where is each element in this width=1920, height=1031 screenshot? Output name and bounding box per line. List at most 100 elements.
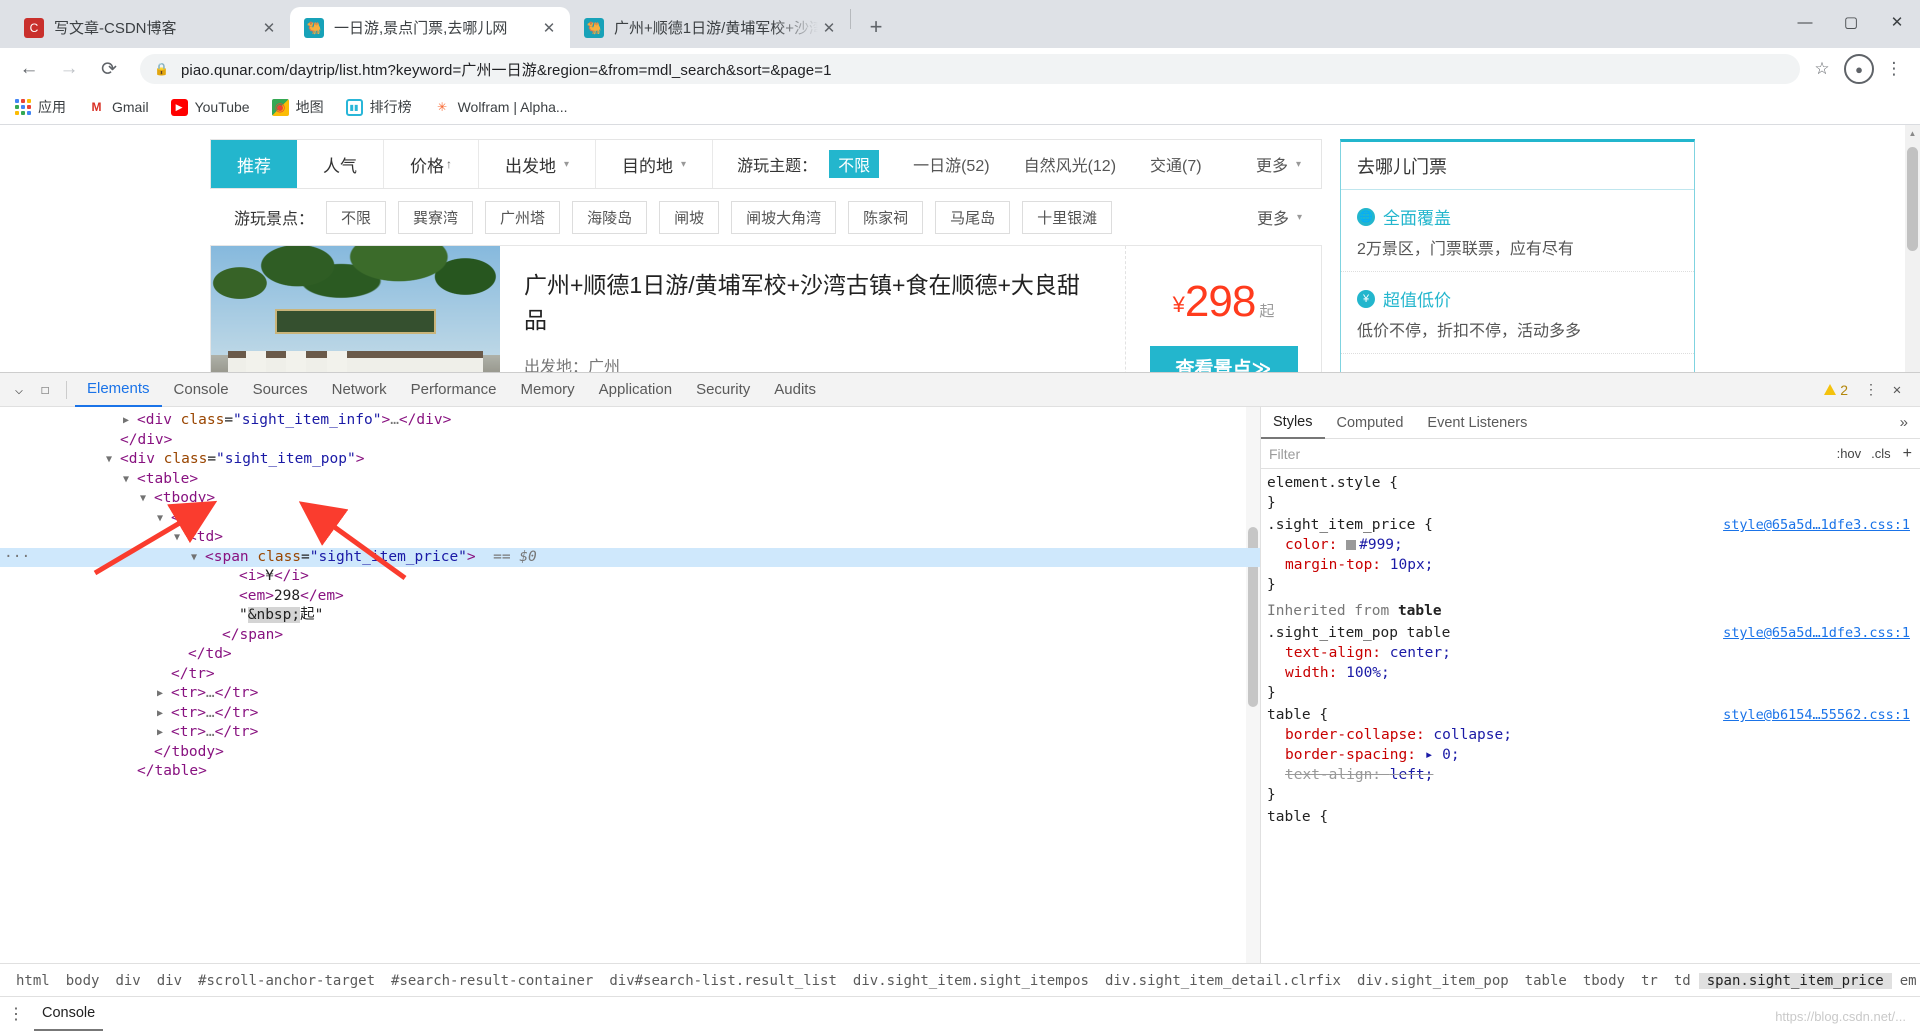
tab-performance[interactable]: Performance (399, 373, 509, 407)
tab-security[interactable]: Security (684, 373, 762, 407)
promo-item-title[interactable]: 超值低价 (1383, 286, 1451, 311)
tab-sources[interactable]: Sources (241, 373, 320, 407)
spot-more-button[interactable]: 更多 ▾ (1257, 205, 1322, 229)
bookmark-wolfram[interactable]: ✳ Wolfram | Alpha... (434, 99, 568, 116)
tab-styles[interactable]: Styles (1261, 407, 1325, 439)
bookmark-apps[interactable]: 应用 (14, 97, 66, 117)
dom-node[interactable]: ▼ <tr> (0, 509, 1260, 529)
browser-tab-1[interactable]: 🐫 一日游,景点门票,去哪儿网 ✕ (290, 7, 570, 48)
style-rule[interactable]: table {style@b6154…55562.css:1 border-col… (1267, 705, 1920, 805)
tab-event-listeners[interactable]: Event Listeners (1415, 407, 1539, 439)
dom-node[interactable]: "&nbsp;起" (0, 606, 1260, 626)
filter-destination[interactable]: 目的地 ▾ (596, 140, 714, 188)
reload-icon[interactable]: ⟳ (92, 52, 126, 86)
style-rules-list[interactable]: element.style {} .sight_item_price {style… (1261, 469, 1920, 963)
breadcrumb-item[interactable]: #search-result-container (383, 973, 601, 989)
dom-node[interactable]: ▶ <div class="sight_item_info">…</div> (0, 411, 1260, 431)
spot-chip-7[interactable]: 马尾岛 (935, 200, 1011, 234)
theme-chip-daytrip[interactable]: 一日游(52) (913, 152, 989, 176)
dom-node[interactable]: ▶ <tr>…</tr> (0, 723, 1260, 743)
close-icon[interactable]: ✕ (818, 17, 840, 39)
dom-node[interactable]: <em>298</em> (0, 587, 1260, 607)
dom-node[interactable]: ▼ <tbody> (0, 489, 1260, 509)
style-property[interactable]: text-align: center; (1267, 643, 1920, 663)
style-source-link[interactable]: style@65a5d…1dfe3.css:1 (1723, 623, 1910, 643)
dom-node[interactable]: ▼ <table> (0, 470, 1260, 490)
breadcrumb-item[interactable]: div.sight_item_detail.clrfix (1097, 973, 1349, 989)
browser-tab-2[interactable]: 🐫 广州+顺德1日游/黄埔军校+沙湾 ✕ (570, 7, 850, 48)
bookmark-ranking[interactable]: ▮▮ 排行榜 (345, 97, 412, 117)
close-icon[interactable]: ✕ (538, 17, 560, 39)
style-property[interactable]: width: 100%; (1267, 663, 1920, 683)
forward-icon[interactable]: → (52, 52, 86, 86)
maximize-icon[interactable]: ▢ (1828, 0, 1874, 44)
style-rule[interactable]: .sight_item_price {style@65a5d…1dfe3.css… (1267, 515, 1920, 595)
dom-node-selected[interactable]: ··· ▼ <span class="sight_item_price"> == $… (0, 547, 1260, 567)
theme-chip-transport[interactable]: 交通(7) (1150, 152, 1202, 176)
browser-tab-0[interactable]: C 写文章-CSDN博客 ✕ (10, 7, 290, 48)
spot-chip-8[interactable]: 十里银滩 (1022, 200, 1113, 234)
sort-tab-recommend[interactable]: 推荐 (211, 140, 297, 188)
breadcrumb-item[interactable]: body (58, 973, 108, 989)
bookmark-youtube[interactable]: ▶ YouTube (170, 98, 250, 116)
spot-chip-4[interactable]: 闸坡 (659, 200, 720, 234)
breadcrumb-item[interactable]: div.sight_item_pop (1349, 973, 1517, 989)
breadcrumb-item[interactable]: div#search-list.result_list (601, 973, 845, 989)
bookmark-gmail[interactable]: M Gmail (88, 99, 149, 116)
minimize-icon[interactable]: — (1782, 0, 1828, 44)
device-toolbar-icon[interactable]: ☐ (32, 377, 58, 403)
dom-node[interactable]: </span> (0, 626, 1260, 646)
breadcrumb-item[interactable]: div (149, 973, 190, 989)
theme-chip-nature[interactable]: 自然风光(12) (1024, 152, 1116, 176)
dom-tree[interactable]: ▶ <div class="sight_item_info">…</div> </d… (0, 407, 1260, 963)
scrollbar-thumb[interactable] (1907, 147, 1918, 251)
style-rule[interactable]: .sight_item_pop table style@65a5d…1dfe3.c… (1267, 623, 1920, 703)
tab-application[interactable]: Application (587, 373, 684, 407)
spot-chip-3[interactable]: 海陵岛 (572, 200, 648, 234)
breadcrumb-item[interactable]: html (8, 973, 58, 989)
result-title[interactable]: 广州+顺德1日游/黄埔军校+沙湾古镇+食在顺德+大良甜品 (524, 268, 1101, 337)
promo-item-title[interactable]: 全面覆盖 (1383, 204, 1451, 229)
style-property[interactable]: border-collapse: collapse; (1267, 725, 1920, 745)
scroll-up-icon[interactable]: ▲ (1905, 125, 1920, 141)
drawer-menu-icon[interactable]: ⋮ (8, 1004, 24, 1023)
dom-node[interactable]: </tbody> (0, 743, 1260, 763)
tab-audits[interactable]: Audits (762, 373, 828, 407)
bookmark-star-icon[interactable]: ☆ (1808, 55, 1836, 83)
breadcrumb-item[interactable]: td (1666, 973, 1699, 989)
style-property[interactable]: margin-top: 10px; (1267, 555, 1920, 575)
styles-more-icon[interactable]: » (1900, 414, 1920, 431)
breadcrumb-item[interactable]: em (1892, 973, 1920, 989)
spot-chip-2[interactable]: 广州塔 (485, 200, 561, 234)
spot-chip-5[interactable]: 闸坡大角湾 (731, 200, 837, 234)
spot-chip-6[interactable]: 陈家祠 (848, 200, 924, 234)
tab-elements[interactable]: Elements (75, 373, 162, 407)
theme-chip-all[interactable]: 不限 (829, 150, 880, 178)
dom-node[interactable]: ▼ <td> (0, 528, 1260, 548)
style-source-link[interactable]: style@65a5d…1dfe3.css:1 (1723, 515, 1910, 535)
back-icon[interactable]: ← (12, 52, 46, 86)
dom-node[interactable]: ▶ <tr>…</tr> (0, 684, 1260, 704)
dom-node[interactable]: </div> (0, 431, 1260, 451)
tab-network[interactable]: Network (320, 373, 399, 407)
breadcrumb-item[interactable]: div.sight_item.sight_itempos (845, 973, 1097, 989)
avatar[interactable]: ● (1844, 54, 1874, 84)
dom-node[interactable]: ▼ <div class="sight_item_pop"> (0, 450, 1260, 470)
spot-chip-1[interactable]: 巽寮湾 (398, 200, 474, 234)
chrome-menu-icon[interactable]: ⋮ (1880, 55, 1908, 83)
style-property[interactable]: border-spacing: ▸ 0; (1267, 745, 1920, 765)
close-icon[interactable]: ✕ (258, 17, 280, 39)
hover-state-toggle[interactable]: :hov (1837, 446, 1862, 461)
new-tab-button[interactable]: + (859, 10, 893, 44)
breadcrumb-item[interactable]: tr (1633, 973, 1666, 989)
breadcrumb-item[interactable]: tbody (1575, 973, 1633, 989)
style-property[interactable]: color: #999; (1267, 535, 1920, 555)
devtools-close-icon[interactable]: ✕ (1884, 377, 1910, 403)
sort-tab-price[interactable]: 价格 ↑ (384, 140, 479, 188)
breadcrumb[interactable]: html body div div #scroll-anchor-target #sear… (0, 963, 1920, 997)
style-source-link[interactable]: style@b6154…55562.css:1 (1723, 705, 1910, 725)
bookmark-maps[interactable]: ◉ 地图 (271, 97, 324, 117)
drawer-tab-console[interactable]: Console (34, 997, 104, 1031)
breadcrumb-item[interactable]: table (1517, 973, 1575, 989)
dom-node[interactable]: </td> (0, 645, 1260, 665)
